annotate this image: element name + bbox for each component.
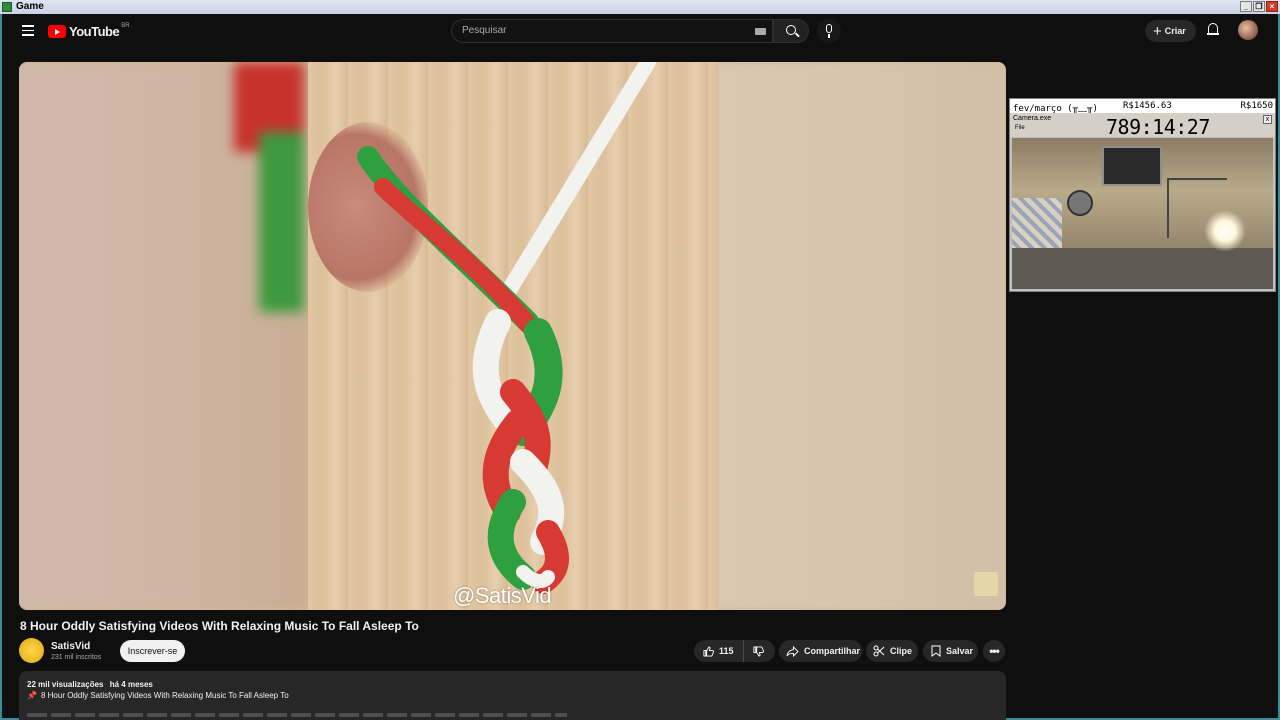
channel-name[interactable]: SatisVid [51, 641, 90, 652]
video-blurred-right [716, 62, 1006, 610]
hamburger-menu-icon[interactable] [18, 22, 38, 42]
video-title: 8 Hour Oddly Satisfying Videos With Rela… [20, 619, 419, 633]
file-menu[interactable]: File [1015, 125, 1025, 131]
description-truncated-line [27, 713, 567, 717]
video-player[interactable]: @SatisVid [19, 62, 1006, 610]
room-fan [1067, 190, 1093, 216]
stream-timer: 789:14:27 [1106, 115, 1210, 139]
search-button[interactable] [773, 19, 809, 43]
keyboard-icon[interactable] [755, 28, 766, 35]
voice-search-button[interactable] [817, 19, 841, 43]
masthead: YouTube BR + Criar [2, 14, 1278, 50]
subscriber-count: 231 mil inscritos [51, 654, 102, 661]
camera-window-bar: Camera.exe File 789:14:27 x [1010, 113, 1275, 139]
description-meta: 22 mil visualizações há 4 meses [27, 680, 153, 689]
channel-watermark-icon[interactable] [974, 572, 998, 596]
youtube-play-icon [48, 25, 66, 38]
donation-bar: fev/março (╥﹏╥) R$1456.63 R$1650 [1010, 99, 1275, 114]
description-line: 📌 8 Hour Oddly Satisfying Videos With Rel… [27, 691, 289, 700]
restore-button[interactable]: ❐ [1253, 1, 1265, 12]
view-count: 22 mil visualizações [27, 680, 104, 689]
clay-braid [357, 62, 656, 594]
logo-text: YouTube [69, 24, 120, 39]
like-dislike-group: 115 [694, 640, 775, 662]
subscribe-button[interactable]: Inscrever-se [120, 640, 185, 662]
description-text: 8 Hour Oddly Satisfying Videos With Rela… [40, 691, 289, 700]
clip-button[interactable]: Clipe [866, 640, 918, 662]
close-camera-icon[interactable]: x [1263, 115, 1272, 124]
amount-raised: R$1456.63 [1123, 101, 1172, 111]
bookmark-icon [931, 645, 941, 657]
like-button[interactable]: 115 [694, 640, 744, 662]
room-lamp [1204, 210, 1246, 252]
amount-goal: R$1650 [1240, 101, 1273, 111]
channel-avatar[interactable] [19, 638, 44, 663]
description-box[interactable]: 22 mil visualizações há 4 meses 📌 8 Hour … [19, 671, 1006, 720]
like-count: 115 [719, 646, 734, 656]
video-watermark: @SatisVid [453, 583, 552, 608]
create-label: Criar [1164, 26, 1186, 36]
create-button[interactable]: + Criar [1145, 20, 1196, 42]
thumbs-down-icon [753, 646, 764, 657]
notifications-bell-icon[interactable] [1207, 23, 1219, 35]
country-code: BR [121, 22, 130, 29]
more-actions-icon[interactable]: ••• [983, 640, 1005, 662]
webcam-feed [1012, 138, 1273, 289]
search-box [451, 19, 773, 43]
microphone-icon [826, 24, 832, 33]
youtube-logo[interactable]: YouTube BR [48, 22, 130, 39]
upload-age: há 4 meses [109, 680, 153, 689]
account-avatar[interactable] [1238, 20, 1258, 40]
stream-overlay: fev/março (╥﹏╥) R$1456.63 R$1650 Camera.… [1009, 98, 1276, 292]
video-blurred-left [19, 62, 308, 610]
dislike-button[interactable] [744, 640, 775, 662]
thumbs-up-icon [703, 646, 714, 657]
camera-window-title: Camera.exe [1013, 115, 1052, 122]
save-label: Salvar [946, 646, 974, 656]
search-input[interactable] [462, 25, 742, 36]
window-title: Game [16, 1, 44, 12]
video-frame [308, 62, 716, 610]
scissors-icon [873, 645, 885, 657]
minimize-button[interactable]: _ [1240, 1, 1252, 12]
plus-icon: + [1153, 22, 1162, 40]
search-icon [786, 25, 796, 35]
save-button[interactable]: Salvar [923, 640, 978, 662]
room-window [1102, 146, 1162, 186]
share-button[interactable]: Compartilhar [779, 640, 862, 662]
app-icon [2, 2, 12, 12]
share-icon [786, 645, 799, 657]
share-label: Compartilhar [804, 646, 861, 656]
clip-label: Clipe [890, 646, 913, 656]
window-border-left [0, 14, 2, 720]
close-window-button[interactable]: × [1266, 1, 1278, 12]
window-titlebar: Game _ ❐ × [0, 0, 1280, 14]
pin-icon: 📌 [27, 691, 37, 700]
room-floor [1012, 248, 1273, 289]
